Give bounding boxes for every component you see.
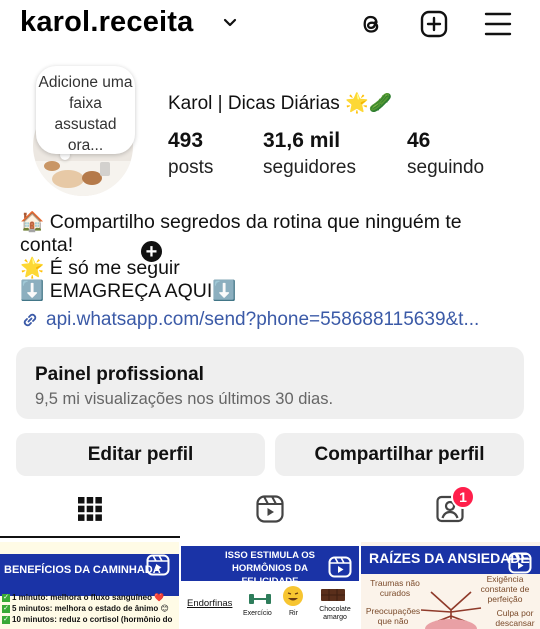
followers-count: 31,6 mil xyxy=(263,129,341,152)
post-title: RAÍZES DA ANSIEDADE xyxy=(369,550,530,566)
post-title: BENEFÍCIOS DA CAMINHADA xyxy=(4,564,161,576)
following-count: 46 xyxy=(407,129,431,152)
post-list-item: ✓ 1 minuto: melhora o fluxo sanguíneo ❤️ xyxy=(2,593,165,602)
note-bubble[interactable]: Adicione uma faixa assustad ora... xyxy=(36,66,135,154)
followers-label: seguidores xyxy=(263,157,356,178)
professional-dashboard[interactable]: Painel profissional 9,5 mi visualizações… xyxy=(16,347,524,419)
reels-icon xyxy=(256,495,284,523)
posts-count: 493 xyxy=(168,129,204,152)
reel-indicator-icon xyxy=(508,552,532,574)
bio-link[interactable]: api.whatsapp.com/send?phone=558688115639… xyxy=(20,309,479,331)
tab-reels[interactable] xyxy=(180,486,360,532)
post-list-item-text: 5 minutos: melhora o estado de ânimo 😊 xyxy=(12,604,169,613)
dumbbell-icon xyxy=(249,594,271,604)
share-profile-button[interactable]: Compartilhar perfil xyxy=(275,433,524,476)
posts-stat[interactable]: 493 posts xyxy=(168,129,213,179)
chocolate-icon xyxy=(321,589,345,601)
tab-posts-grid[interactable] xyxy=(0,486,180,532)
menu-icon[interactable] xyxy=(483,9,513,39)
username-switcher[interactable]: karol.receita xyxy=(20,6,194,39)
post-list-item-text: 1 minuto: melhora o fluxo sanguíneo ❤️ xyxy=(12,593,165,602)
post-label: Rir xyxy=(289,610,298,617)
profile-avatar-area: Adicione uma faixa assustad ora... + xyxy=(30,66,165,265)
bio-line: 🌟 É só me seguir xyxy=(20,257,180,279)
post-tile[interactable]: RAÍZES DA ANSIEDADE Traumas não curados … xyxy=(361,542,540,629)
professional-dashboard-title: Painel profissional xyxy=(35,364,204,385)
post-tile[interactable]: BENEFÍCIOS DA CAMINHADA ✓ 1 minuto: melho… xyxy=(0,542,179,629)
bio-line: ⬇️ EMAGREÇA AQUI⬇️ xyxy=(20,280,237,302)
grid-icon xyxy=(78,497,102,521)
posts-grid: BENEFÍCIOS DA CAMINHADA ✓ 1 minuto: melho… xyxy=(0,542,540,629)
post-label: Traumas não curados xyxy=(370,578,420,598)
post-list: ✓ 1 minuto: melhora o fluxo sanguíneo ❤️ … xyxy=(2,592,172,625)
reel-indicator-icon xyxy=(328,556,352,578)
edit-profile-button[interactable]: Editar perfil xyxy=(16,433,265,476)
post-label: Chocolate amargo xyxy=(319,606,351,621)
bio-line: conta! xyxy=(20,234,74,256)
add-story-button[interactable]: + xyxy=(138,238,165,265)
tagged-notification-badge: 1 xyxy=(451,485,475,509)
bio-link-text[interactable]: api.whatsapp.com/send?phone=558688115639… xyxy=(46,309,479,331)
post-label: Exigência constante de perfeição xyxy=(480,574,530,604)
post-label: Exercício xyxy=(243,610,272,617)
post-tile[interactable]: ISSO ESTIMULA OS HORMÔNIOS DA FELICIDADE… xyxy=(181,542,359,629)
posts-label: posts xyxy=(168,157,214,178)
threads-icon[interactable] xyxy=(356,9,386,39)
post-list-item-text: 10 minutos: reduz o cortisol (hormônio d… xyxy=(12,615,173,624)
professional-dashboard-subtitle: 9,5 mi visualizações nos últimos 30 dias… xyxy=(35,390,334,408)
post-label: Culpa por descansar xyxy=(495,608,535,628)
post-list-item: ✓ 10 minutos: reduz o cortisol (hormônio … xyxy=(2,615,173,624)
bio-line: 🏠 Compartilho segredos da rotina que nin… xyxy=(20,211,462,233)
following-stat[interactable]: 46 seguindo xyxy=(407,129,484,179)
reel-indicator-icon xyxy=(146,554,170,576)
post-list-item: ✓ 5 minutos: melhora o estado de ânimo 😊 xyxy=(2,604,169,613)
link-icon xyxy=(23,313,37,327)
laughing-emoji-icon xyxy=(283,586,303,606)
followers-stat[interactable]: 31,6 mil seguidores xyxy=(263,129,356,179)
display-name: Karol | Dicas Diárias 🌟🥒 xyxy=(168,93,393,114)
post-label: Preocupações que não cessam xyxy=(365,606,421,629)
top-bar: karol.receita xyxy=(0,0,540,52)
tab-tagged[interactable] xyxy=(360,486,540,532)
new-post-icon[interactable] xyxy=(419,9,449,39)
bio: 🏠 Compartilho segredos da rotina que nin… xyxy=(20,211,525,303)
chevron-down-icon[interactable] xyxy=(221,14,239,32)
following-label: seguindo xyxy=(407,157,485,178)
active-tab-indicator xyxy=(0,536,180,538)
post-label: Endorfinas xyxy=(187,598,233,609)
